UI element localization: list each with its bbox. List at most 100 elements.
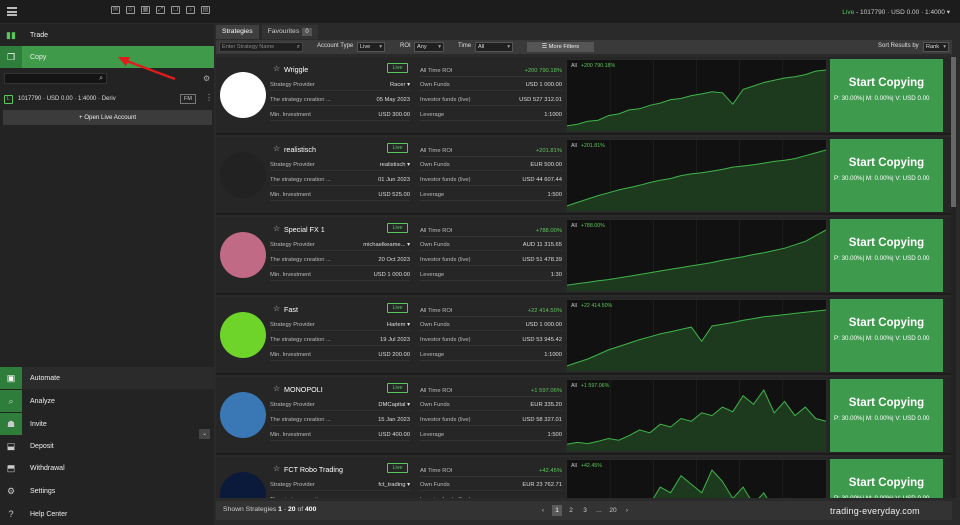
strategy-name[interactable]: Fast xyxy=(284,305,298,314)
total-count: 400 xyxy=(305,506,317,513)
strategy-card[interactable]: ☆ Special FX 1 Live Strategy Provider michae… xyxy=(216,217,952,295)
favourite-star-icon[interactable]: ☆ xyxy=(273,144,280,153)
more-options-icon[interactable]: ⋮ xyxy=(205,93,213,102)
sound-icon[interactable]: ♪ xyxy=(186,6,195,14)
sidebar-item-automate[interactable]: ▣ Automate xyxy=(0,367,214,389)
strategy-name[interactable]: Special FX 1 xyxy=(284,225,325,234)
own-funds-label: Own Funds xyxy=(420,82,450,88)
copy-window-icon[interactable]: ❐ xyxy=(171,6,180,14)
strategy-card[interactable]: ☆ Wriggle Live Strategy Provider Racer ▾ The … xyxy=(216,57,952,135)
sidebar-item-trade[interactable]: ▮▮ Trade xyxy=(0,24,214,46)
account-type-select[interactable]: Live xyxy=(357,42,385,52)
sidebar-item-help-center[interactable]: ? Help Center xyxy=(0,503,214,525)
roi-select[interactable]: Any xyxy=(414,42,444,52)
sidebar-item-analyze[interactable]: ⌕ Analyze xyxy=(0,390,214,412)
favourite-star-icon[interactable]: ☆ xyxy=(273,464,280,473)
start-copying-button[interactable]: Start Copying P: 30.00%| M: 0.00%| V: USD… xyxy=(830,219,943,292)
provider-value[interactable]: michaelkeame... ▾ xyxy=(363,239,410,251)
equity-curve xyxy=(567,300,826,371)
sidebar-item-copy[interactable]: ❐ Copy xyxy=(0,46,214,68)
sort-select[interactable]: Rank xyxy=(923,42,949,52)
provider-value[interactable]: realistisch ▾ xyxy=(380,159,410,171)
favourite-star-icon[interactable]: ☆ xyxy=(273,304,280,313)
strategy-name[interactable]: FCT Robo Trading xyxy=(284,465,343,474)
page-3-button[interactable]: 3 xyxy=(580,505,590,516)
menu-icon[interactable] xyxy=(7,7,17,16)
investor-funds-row: Investor funds (live) USD 527 312.01 xyxy=(420,94,562,106)
start-copying-button[interactable]: Start Copying P: 30.00%| M: 0.00%| V: USD… xyxy=(830,139,943,212)
provider-value[interactable]: Harlem ▾ xyxy=(387,319,410,331)
strategy-card[interactable]: ☆ FCT Robo Trading Live Strategy Provider fc… xyxy=(216,457,952,498)
live-badge: Live xyxy=(387,223,408,233)
start-copying-button[interactable]: Start Copying P: 30.00%| M: 0.00%| V: USD… xyxy=(830,299,943,372)
start-copying-button[interactable]: Start Copying P: 30.00%| M: 0.00%| V: USD… xyxy=(830,59,943,132)
investor-funds-label: Investor funds (live) xyxy=(420,177,471,183)
provider-value[interactable]: fct_trading ▾ xyxy=(378,479,410,491)
prev-page-button[interactable]: ‹ xyxy=(538,505,548,516)
leverage-label: Leverage xyxy=(420,112,445,118)
fm-button[interactable]: FM xyxy=(180,94,196,104)
equity-chart[interactable]: All +201.81% xyxy=(566,139,827,212)
scrollbar-thumb[interactable] xyxy=(951,57,956,207)
page-2-button[interactable]: 2 xyxy=(566,505,576,516)
sidebar-item-settings[interactable]: ⚙ Settings xyxy=(0,480,214,502)
favourite-star-icon[interactable]: ☆ xyxy=(273,384,280,393)
equity-chart[interactable]: All +788.00% xyxy=(566,219,827,292)
mail-icon[interactable]: ✉ xyxy=(111,6,120,14)
calculator-icon[interactable]: ▤ xyxy=(201,6,210,14)
provider-value[interactable]: Racer ▾ xyxy=(390,79,410,91)
account-selector[interactable]: Live - 1017790 · USD 0.00 · 1:4000 ▾ xyxy=(842,8,950,16)
open-live-account-button[interactable]: + Open Live Account xyxy=(3,110,212,125)
live-badge: Live xyxy=(387,303,408,313)
strategy-card[interactable]: ☆ realistisch Live Strategy Provider realist… xyxy=(216,137,952,215)
strategy-search-input[interactable]: Enter Strategy Name ⌕ xyxy=(219,42,303,52)
next-page-button[interactable]: › xyxy=(622,505,632,516)
own-funds-row: Own Funds EUR 23 762.71 xyxy=(420,479,562,491)
sidebar-item-withdrawal[interactable]: ⬒ Withdrawal xyxy=(0,457,214,479)
favourite-star-icon[interactable]: ☆ xyxy=(273,64,280,73)
chart-roi: +788.00% xyxy=(580,223,605,229)
equity-chart[interactable]: All +1 597.06% xyxy=(566,379,827,452)
roi-label: All Time ROI xyxy=(420,68,453,74)
scrollbar[interactable] xyxy=(951,57,956,498)
filter-bar: Enter Strategy Name ⌕ Account Type Live R… xyxy=(216,40,952,54)
strategy-name[interactable]: MONOPOLI xyxy=(284,385,323,394)
help-icon: ? xyxy=(8,509,14,519)
equity-chart[interactable]: All +200 790.18% xyxy=(566,59,827,132)
calendar-icon[interactable]: ▦ xyxy=(141,6,150,14)
min-investment-label: Min. Investment xyxy=(270,432,311,438)
more-filters-button[interactable]: ☰ More Filters xyxy=(527,42,594,52)
leverage-value: 1:30 xyxy=(550,272,562,278)
strategy-name[interactable]: realistisch xyxy=(284,145,316,154)
gear-icon[interactable]: ⚙ xyxy=(203,74,210,83)
account-row[interactable]: L 1017790 · USD 0.00 · 1:4000 · Deriv FM… xyxy=(4,93,213,105)
min-investment-value: USD 300.00 xyxy=(378,112,410,118)
sidebar-item-deposit[interactable]: ⬓ Deposit xyxy=(0,435,214,457)
equity-chart[interactable]: All +22 414.50% xyxy=(566,299,827,372)
sidebar-search-input[interactable]: ⌕ xyxy=(4,73,107,84)
strategy-card[interactable]: ☆ MONOPOLI Live Strategy Provider DMCapital … xyxy=(216,377,952,455)
min-investment-row: Min. Investment USD 200.00 xyxy=(270,349,410,361)
roi-label: All Time ROI xyxy=(420,468,453,474)
tab-favourites[interactable]: Favourites 0 xyxy=(261,25,318,39)
creation-label: The strategy creation ... xyxy=(270,497,331,498)
expand-icon[interactable]: ⤢ xyxy=(156,6,165,14)
tab-bar: Strategies Favourites 0 xyxy=(216,25,321,39)
time-select[interactable]: All xyxy=(475,42,513,52)
investor-funds-row: Investor funds (live) USD 58 327.01 xyxy=(420,414,562,426)
start-copying-button[interactable]: Start Copying P: 30.00%| M: 0.00%| V: USD… xyxy=(830,379,943,452)
start-copying-button[interactable]: Start Copying P: 30.00%| M: 0.00%| V: USD… xyxy=(830,459,943,498)
shown-prefix: Shown Strategies xyxy=(223,506,279,513)
strategy-name[interactable]: Wriggle xyxy=(284,65,308,74)
page-1-button[interactable]: 1 xyxy=(552,505,562,516)
favourite-star-icon[interactable]: ☆ xyxy=(273,224,280,233)
equity-chart[interactable]: All +42.45% xyxy=(566,459,827,498)
tab-strategies[interactable]: Strategies xyxy=(216,25,259,39)
sidebar-item-invite[interactable]: ☗ Invite xyxy=(0,413,214,435)
people-icon[interactable]: ☺ xyxy=(126,6,135,14)
page-20-button[interactable]: 20 xyxy=(608,505,618,516)
own-funds-label: Own Funds xyxy=(420,482,450,488)
provider-value[interactable]: DMCapital ▾ xyxy=(378,399,410,411)
strategy-card[interactable]: ☆ Fast Live Strategy Provider Harlem ▾ The st… xyxy=(216,297,952,375)
pagination: ‹ 1 2 3 ... 20 › xyxy=(538,505,632,516)
